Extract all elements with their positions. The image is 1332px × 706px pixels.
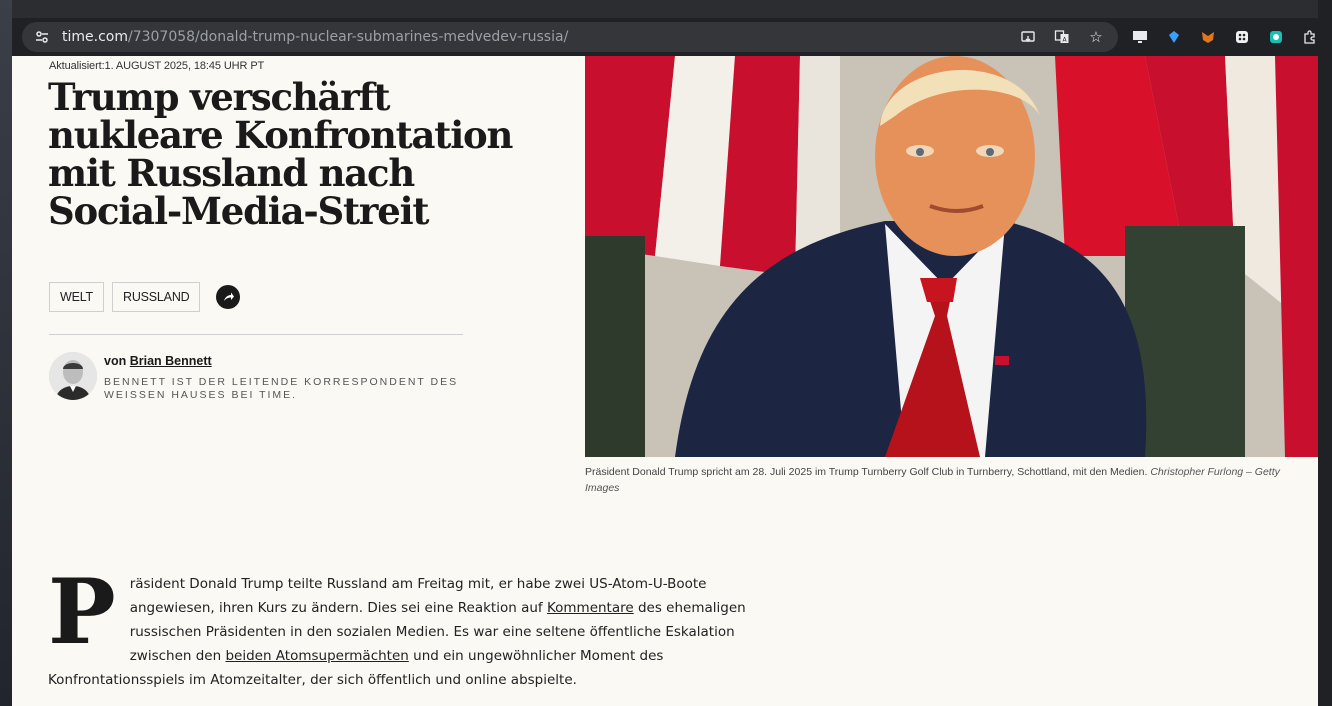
monitor-extension-icon[interactable] — [1128, 25, 1152, 49]
url-domain: time.com — [62, 29, 128, 45]
author-name-link[interactable]: Brian Bennett — [130, 354, 212, 368]
link-kommentare[interactable]: Kommentare — [547, 600, 634, 616]
dropcap-letter: P — [48, 559, 116, 665]
caption-text: Präsident Donald Trump spricht am 28. Ju… — [585, 466, 1148, 478]
star-icon[interactable]: ☆ — [1084, 25, 1108, 49]
extensions-bar — [1128, 25, 1322, 49]
address-bar[interactable]: time.com/7307058/donald-trump-nuclear-su… — [22, 22, 1118, 52]
author-by-label: von — [104, 354, 127, 368]
link-atomsupermaechte[interactable]: beiden Atomsupermächten — [225, 648, 408, 664]
fox-extension-icon[interactable] — [1196, 25, 1220, 49]
url-path: /7307058/donald-trump-nuclear-submarines… — [127, 29, 569, 45]
window-top-edge — [0, 0, 1332, 18]
article-body: Präsident Donald Trump teilte Russland a… — [48, 559, 788, 692]
updated-timestamp: Aktualisiert:1. AUGUST 2025, 18:45 UHR P… — [49, 60, 265, 72]
author-avatar[interactable] — [49, 352, 97, 400]
translate-icon[interactable]: A — [1050, 25, 1074, 49]
cast-icon[interactable] — [1016, 25, 1040, 49]
puzzle-extensions-icon[interactable] — [1298, 25, 1322, 49]
browser-toolbar: time.com/7307058/donald-trump-nuclear-su… — [12, 18, 1332, 56]
hero-image — [585, 56, 1318, 457]
url-text[interactable]: time.com/7307058/donald-trump-nuclear-su… — [62, 29, 568, 45]
teal-extension-icon[interactable] — [1264, 25, 1288, 49]
byline-divider — [49, 334, 463, 335]
article-headline: Trump verschärft nukleare Konfrontation … — [48, 75, 513, 233]
article-tags: WELT RUSSLAND — [49, 282, 241, 312]
share-arrow-icon[interactable] — [216, 285, 241, 309]
site-info-icon[interactable] — [30, 25, 54, 49]
author-byline: von Brian Bennett — [104, 354, 212, 368]
dice-extension-icon[interactable] — [1230, 25, 1254, 49]
gem-extension-icon[interactable] — [1162, 25, 1186, 49]
tag-welt[interactable]: WELT — [49, 282, 104, 312]
article-page: Aktualisiert:1. AUGUST 2025, 18:45 UHR P… — [12, 56, 1318, 706]
tag-russland[interactable]: RUSSLAND — [112, 282, 201, 312]
desktop-edge-left — [0, 0, 12, 706]
desktop-edge-right — [1318, 0, 1332, 706]
author-bio: Bennett ist der leitende Korrespondent d… — [104, 376, 459, 401]
image-caption: Präsident Donald Trump spricht am 28. Ju… — [585, 464, 1305, 496]
